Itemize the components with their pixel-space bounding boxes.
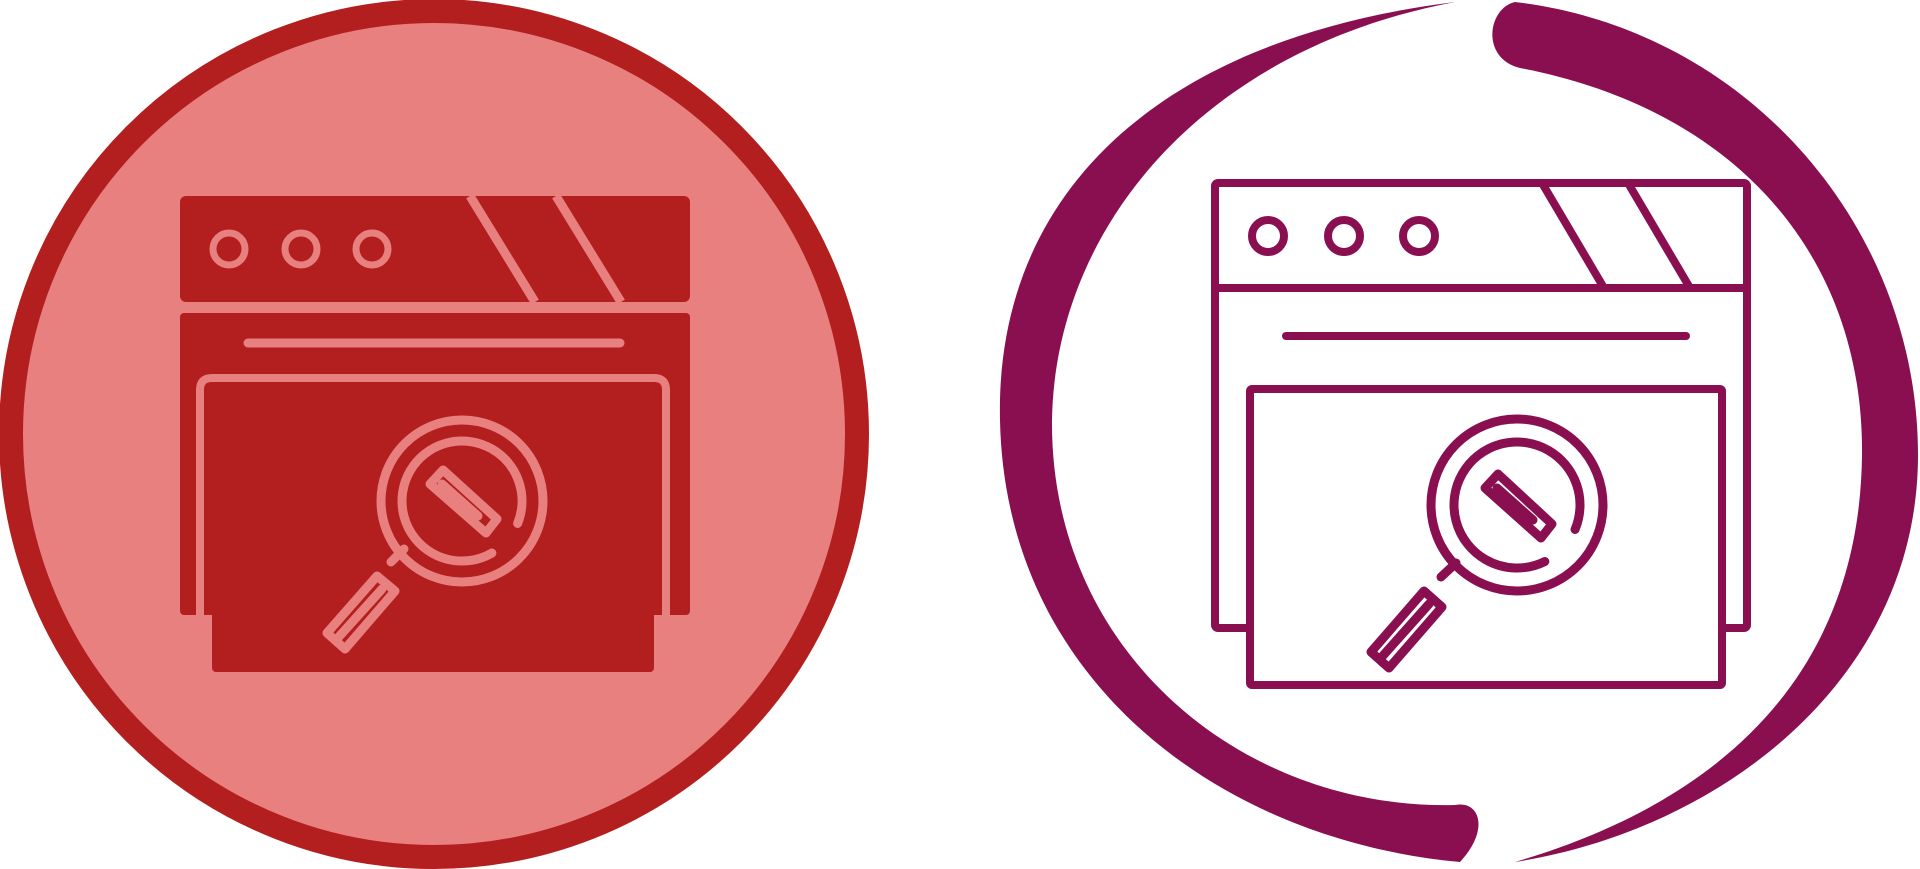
window-dot-icon [1399,216,1439,256]
window-dot-icon [1324,216,1364,256]
icon-showcase [0,0,1920,869]
window-dot-icon [1248,216,1288,256]
web-search-outline-icon [999,2,1918,862]
